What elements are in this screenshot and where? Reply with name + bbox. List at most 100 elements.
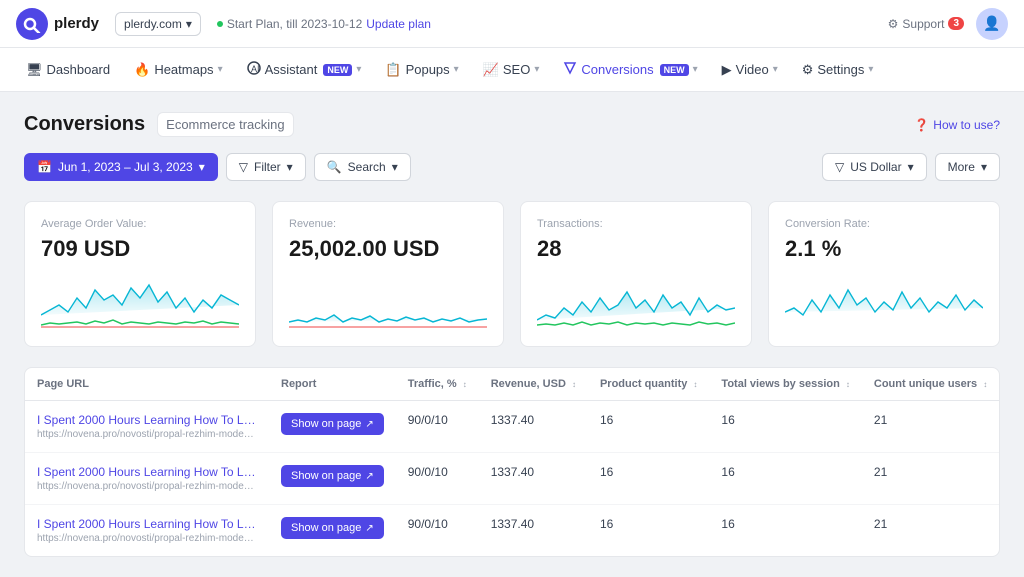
col-report: Report [269, 368, 396, 401]
update-plan-link[interactable]: Update plan [366, 17, 431, 31]
plan-dot [217, 21, 223, 27]
metric-card-conversion: Conversion Rate: 2.1 % [768, 201, 1000, 347]
plan-badge: Start Plan, till 2023-10-12 Update plan [217, 17, 431, 31]
metric-card-revenue: Revenue: 25,002.00 USD [272, 201, 504, 347]
sort-icon: ↕ [572, 380, 576, 389]
cell-count-unique: 21 [862, 401, 999, 453]
cell-page-url: I Spent 2000 Hours Learning How To Learn… [25, 505, 269, 557]
sort-icon: ↕ [693, 380, 697, 389]
dashboard-icon: 🖥 [26, 62, 43, 78]
col-unique-views[interactable]: Unique views by session ↕ [999, 368, 1000, 401]
main-content: Conversions Ecommerce tracking ❓ How to … [0, 92, 1024, 577]
col-product-qty[interactable]: Product quantity ↕ [588, 368, 709, 401]
page-url-sub: https://novena.pro/novosti/propal-rezhim… [37, 429, 257, 440]
chevron-down-icon: ▾ [287, 160, 293, 174]
cell-product-qty: 16 [588, 401, 709, 453]
nav-item-conversions[interactable]: Conversions NEW ▾ [553, 55, 707, 84]
chevron-down-icon: ▾ [454, 64, 459, 75]
chevron-down-icon: ▾ [356, 64, 361, 75]
chart-transactions [537, 270, 735, 330]
nav-item-popups[interactable]: 📋 Popups ▾ [375, 56, 468, 84]
currency-button[interactable]: ▽ US Dollar ▾ [822, 153, 927, 181]
search-label: Search [348, 160, 386, 174]
cell-total-views: 16 [709, 505, 861, 557]
filter-icon: ▽ [835, 160, 844, 174]
cell-unique-views: 14 [999, 505, 1000, 557]
metric-label-transactions: Transactions: [537, 218, 735, 230]
chevron-down-icon: ▾ [908, 160, 914, 174]
page-url-title[interactable]: I Spent 2000 Hours Learning How To Learn… [37, 517, 257, 531]
nav-item-seo[interactable]: 📈 SEO ▾ [473, 56, 550, 84]
cell-page-url: I Spent 2000 Hours Learning How To Learn… [25, 453, 269, 505]
cell-page-url: I Spent 2000 Hours Learning How To Learn… [25, 401, 269, 453]
page-url-title[interactable]: I Spent 2000 Hours Learning How To Learn… [37, 413, 257, 427]
chevron-down-icon: ▾ [199, 160, 205, 174]
show-on-page-button[interactable]: Show on page ↗ [281, 517, 384, 539]
filter-bar: 📅 Jun 1, 2023 – Jul 3, 2023 ▾ ▽ Filter ▾… [24, 153, 1000, 181]
cell-traffic: 90/0/10 [396, 401, 479, 453]
breadcrumb-tab[interactable]: Ecommerce tracking [157, 112, 293, 137]
support-button[interactable]: ⚙ Support 3 [888, 17, 964, 31]
site-selector[interactable]: plerdy.com ▾ [115, 12, 201, 36]
col-count-unique[interactable]: Count unique users ↕ [862, 368, 999, 401]
nav-item-dashboard[interactable]: 🖥 Dashboard [16, 56, 120, 84]
filter-button[interactable]: ▽ Filter ▾ [226, 153, 306, 181]
cell-report: Show on page ↗ [269, 401, 396, 453]
nav-item-heatmaps[interactable]: 🔥 Heatmaps ▾ [124, 56, 232, 84]
chevron-down-icon: ▾ [186, 17, 192, 31]
metric-card-transactions: Transactions: 28 [520, 201, 752, 347]
nav-item-assistant[interactable]: AI Assistant NEW ▾ [237, 55, 372, 84]
external-link-icon: ↗ [365, 471, 373, 482]
page-url-sub: https://novena.pro/novosti/propal-rezhim… [37, 533, 257, 544]
metric-cards: Average Order Value: 709 USD [24, 201, 1000, 347]
popups-icon: 📋 [385, 62, 401, 78]
search-icon: 🔍 [327, 160, 342, 174]
col-traffic[interactable]: Traffic, % ↕ [396, 368, 479, 401]
col-revenue[interactable]: Revenue, USD ↕ [479, 368, 588, 401]
date-range-button[interactable]: 📅 Jun 1, 2023 – Jul 3, 2023 ▾ [24, 153, 218, 181]
table-row: I Spent 2000 Hours Learning How To Learn… [25, 453, 1000, 505]
settings-icon: ⚙ [802, 62, 814, 78]
cell-revenue: 1337.40 [479, 401, 588, 453]
sort-icon: ↕ [463, 380, 467, 389]
page-title: Conversions [24, 113, 145, 136]
data-table: Page URL Report Traffic, % ↕ Revenue, US… [25, 368, 1000, 556]
more-button[interactable]: More ▾ [935, 153, 1000, 181]
page-url-sub: https://novena.pro/novosti/propal-rezhim… [37, 481, 257, 492]
show-on-page-button[interactable]: Show on page ↗ [281, 465, 384, 487]
nav-item-video[interactable]: ▶ Video ▾ [712, 56, 788, 84]
show-on-page-button[interactable]: Show on page ↗ [281, 413, 384, 435]
svg-text:AI: AI [251, 64, 260, 74]
chart-conversion [785, 270, 983, 330]
chevron-down-icon: ▾ [534, 64, 539, 75]
nav-label-seo: SEO [503, 62, 530, 77]
more-label: More [948, 160, 975, 174]
cell-traffic: 90/0/10 [396, 505, 479, 557]
help-link[interactable]: ❓ How to use? [914, 118, 1000, 132]
nav-label-video: Video [736, 62, 769, 77]
support-label: Support [902, 17, 944, 31]
topbar: plerdy plerdy.com ▾ Start Plan, till 202… [0, 0, 1024, 48]
cell-product-qty: 16 [588, 453, 709, 505]
new-badge-conversions: NEW [660, 64, 689, 76]
page-url-title[interactable]: I Spent 2000 Hours Learning How To Learn… [37, 465, 257, 479]
col-page-url: Page URL [25, 368, 269, 401]
nav-label-dashboard: Dashboard [47, 62, 111, 77]
metric-value-revenue: 25,002.00 USD [289, 236, 487, 262]
table-row: I Spent 2000 Hours Learning How To Learn… [25, 401, 1000, 453]
nav-label-assistant: Assistant [265, 62, 318, 77]
col-total-views[interactable]: Total views by session ↕ [709, 368, 861, 401]
cell-unique-views: 14 [999, 401, 1000, 453]
nav-item-settings[interactable]: ⚙ Settings ▾ [792, 56, 884, 84]
metric-label-aov: Average Order Value: [41, 218, 239, 230]
search-button[interactable]: 🔍 Search ▾ [314, 153, 411, 181]
metric-card-aov: Average Order Value: 709 USD [24, 201, 256, 347]
conversions-icon [563, 61, 577, 78]
topbar-right: ⚙ Support 3 👤 [888, 8, 1008, 40]
chevron-down-icon: ▾ [868, 64, 873, 75]
video-icon: ▶ [722, 62, 732, 78]
metric-value-conversion: 2.1 % [785, 236, 983, 262]
support-badge: 3 [948, 17, 964, 30]
page-header: Conversions Ecommerce tracking ❓ How to … [24, 112, 1000, 137]
avatar[interactable]: 👤 [976, 8, 1008, 40]
